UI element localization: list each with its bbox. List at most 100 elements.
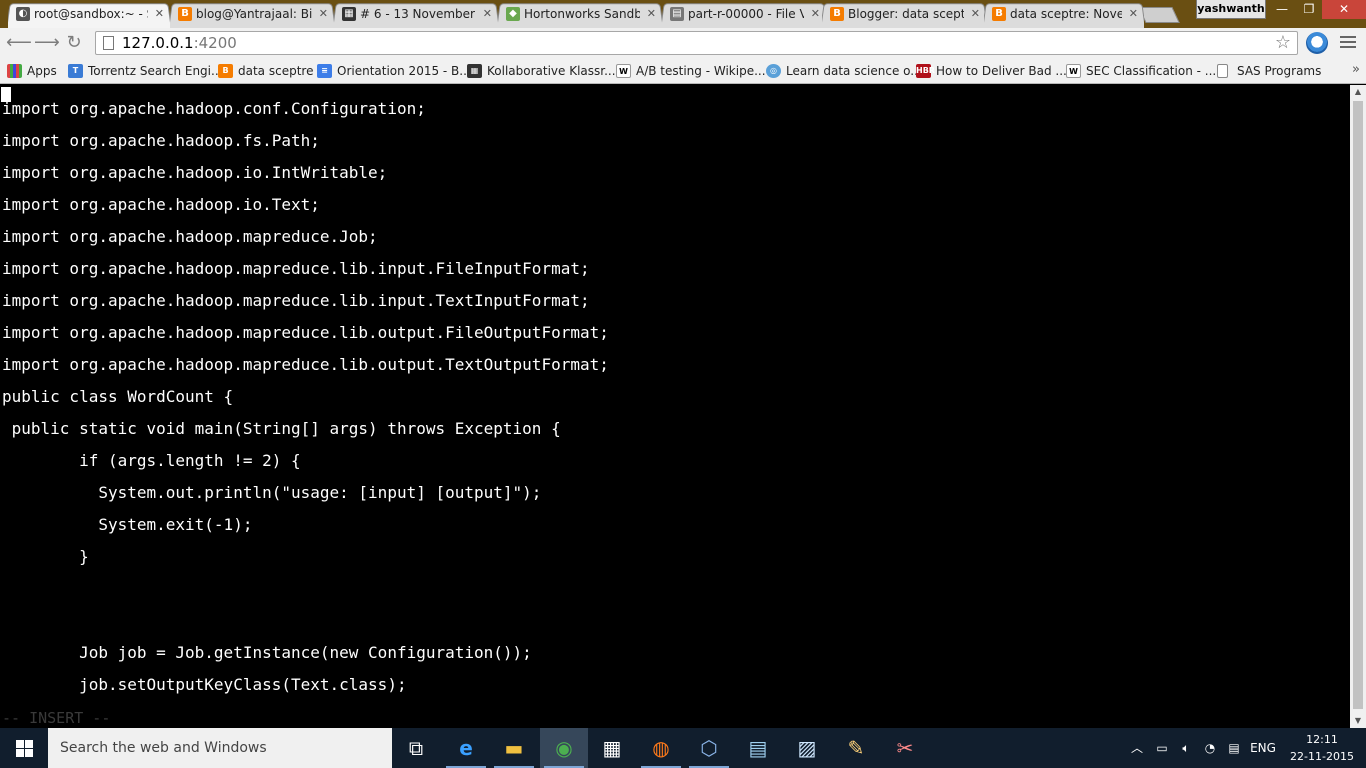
- blogger-icon: B: [830, 7, 844, 21]
- profile-badge[interactable]: yashwanth: [1196, 0, 1266, 19]
- app-icon-image[interactable]: ▨: [783, 728, 831, 768]
- code-line: import org.apache.hadoop.mapreduce.lib.o…: [2, 323, 609, 342]
- battery-icon[interactable]: ▭: [1152, 728, 1172, 768]
- code-line: import org.apache.hadoop.io.IntWritable;: [2, 163, 388, 182]
- store-icon[interactable]: ▦: [588, 728, 636, 768]
- bookmark-sec-classification[interactable]: W SEC Classification - ...: [1066, 62, 1216, 80]
- apps-grid-icon: [7, 64, 22, 78]
- close-icon[interactable]: ✕: [811, 3, 820, 25]
- wikipedia-icon: W: [1066, 64, 1081, 78]
- menu-icon[interactable]: [1340, 36, 1356, 50]
- tab-blog-yantrajaal[interactable]: B blog@Yantrajaal: Big ✕: [170, 3, 334, 28]
- torrentz-icon: T: [68, 64, 83, 78]
- tab-november[interactable]: ▦ # 6 - 13 November 2 ✕: [334, 3, 498, 28]
- language-indicator[interactable]: ENG: [1248, 728, 1278, 768]
- bookmark-orientation[interactable]: ≡ Orientation 2015 - B...: [317, 62, 471, 80]
- tab-title: Hortonworks Sandbo: [524, 7, 640, 21]
- bookmarks-bar: Apps T Torrentz Search Engi... B data sc…: [0, 58, 1366, 84]
- clock-date: 22-11-2015: [1290, 750, 1354, 763]
- volume-icon[interactable]: 🔈︎: [1176, 728, 1196, 768]
- code-line: public static void main(String[] args) t…: [2, 419, 561, 438]
- reload-button[interactable]: ↻: [63, 32, 85, 54]
- browser-toolbar: ⟵ ⟶ ↻ 127.0.0.1:4200 ☆: [0, 28, 1366, 58]
- system-clock[interactable]: 12:11 22-11-2015: [1286, 731, 1358, 765]
- scroll-thumb[interactable]: [1353, 101, 1363, 709]
- chevron-right-icon[interactable]: »: [1352, 62, 1360, 77]
- bookmark-apps[interactable]: Apps: [7, 62, 57, 80]
- restore-button[interactable]: ❐: [1296, 0, 1322, 19]
- close-icon[interactable]: ✕: [971, 3, 980, 25]
- bookmark-ab-testing[interactable]: W A/B testing - Wikipe...: [616, 62, 766, 80]
- scroll-up-icon[interactable]: ▲: [1350, 85, 1366, 99]
- start-button[interactable]: [0, 728, 48, 768]
- code-line: Job job = Job.getInstance(new Configurat…: [2, 643, 532, 662]
- clock-time: 12:11: [1306, 733, 1338, 746]
- page-icon: [1217, 64, 1228, 78]
- close-icon[interactable]: ✕: [319, 3, 328, 25]
- minimize-button[interactable]: —: [1268, 0, 1296, 19]
- bookmark-torrentz[interactable]: T Torrentz Search Engi...: [68, 62, 222, 80]
- scroll-down-icon[interactable]: ▼: [1350, 714, 1366, 728]
- app-icon-notes[interactable]: ▤: [734, 728, 782, 768]
- close-icon[interactable]: ✕: [647, 3, 656, 25]
- bookmark-label: A/B testing - Wikipe...: [636, 64, 766, 78]
- bookmark-label: SEC Classification - ...: [1086, 64, 1217, 78]
- close-icon[interactable]: ✕: [155, 3, 164, 25]
- tab-title: data sceptre: Noven: [1010, 7, 1122, 21]
- code-line: import org.apache.hadoop.mapreduce.Job;: [2, 227, 378, 246]
- file-explorer-icon[interactable]: ▬: [490, 728, 538, 768]
- code-line: job.setOutputKeyClass(Text.class);: [2, 675, 407, 694]
- globe-icon: ◎: [766, 64, 781, 78]
- vim-mode-indicator: -- INSERT --: [2, 709, 111, 727]
- tab-hortonworks[interactable]: ◆ Hortonworks Sandbo ✕: [498, 3, 662, 28]
- address-url[interactable]: 127.0.0.1:4200: [122, 34, 237, 52]
- snipping-tool-icon[interactable]: ✂: [881, 728, 929, 768]
- bookmark-label: data sceptre: [238, 64, 314, 78]
- taskbar: Search the web and Windows ⧉ e ▬ ◉ ▦ ◍ ⬡…: [0, 728, 1366, 768]
- tab-terminal[interactable]: ◐ root@sandbox:~ - S ✕: [8, 3, 170, 28]
- tab-title: # 6 - 13 November 2: [360, 7, 476, 21]
- terminal-screen[interactable]: import org.apache.hadoop.conf.Configurat…: [0, 85, 1350, 728]
- tab-title: root@sandbox:~ - S: [34, 7, 148, 21]
- tab-strip: ◐ root@sandbox:~ - S ✕ B blog@Yantrajaal…: [0, 0, 1366, 28]
- edge-icon[interactable]: e: [442, 728, 490, 768]
- bookmark-kollaborative[interactable]: ▦ Kollaborative Klassr...: [467, 62, 616, 80]
- bookmark-learn-data-science[interactable]: ◎ Learn data science o...: [766, 62, 922, 80]
- code-line: import org.apache.hadoop.mapreduce.lib.o…: [2, 355, 609, 374]
- bookmark-star-icon[interactable]: ☆: [1275, 32, 1291, 54]
- terminal-scrollbar[interactable]: ▲ ▼: [1350, 85, 1366, 728]
- film-icon: ▦: [467, 64, 482, 78]
- close-icon[interactable]: ✕: [1129, 3, 1138, 25]
- notifications-icon[interactable]: ▤: [1224, 728, 1244, 768]
- taskbar-search[interactable]: Search the web and Windows: [48, 728, 392, 768]
- bookmark-label: Kollaborative Klassr...: [487, 64, 616, 78]
- tab-file-viewer[interactable]: ▤ part-r-00000 - File V ✕: [662, 3, 826, 28]
- extension-icon[interactable]: [1306, 32, 1328, 54]
- url-port: :4200: [193, 34, 237, 52]
- code-line: import org.apache.hadoop.mapreduce.lib.i…: [2, 259, 590, 278]
- task-view-icon[interactable]: ⧉: [392, 728, 440, 768]
- close-icon[interactable]: ✕: [483, 3, 492, 25]
- new-tab-button[interactable]: [1138, 7, 1180, 23]
- wifi-icon[interactable]: ◔: [1200, 728, 1220, 768]
- tab-blogger[interactable]: B Blogger: data sceptr ✕: [822, 3, 986, 28]
- forward-button[interactable]: ⟶: [34, 32, 60, 54]
- chevron-up-icon[interactable]: ︿: [1128, 728, 1146, 768]
- tab-data-sceptre[interactable]: B data sceptre: Noven ✕: [984, 3, 1144, 28]
- blogger-icon: B: [178, 7, 192, 21]
- chrome-icon[interactable]: ◉: [540, 728, 588, 768]
- close-window-button[interactable]: ✕: [1322, 0, 1366, 19]
- hortonworks-icon: ◆: [506, 7, 520, 21]
- windows-logo-icon: [16, 740, 33, 757]
- virtualbox-icon[interactable]: ⬡: [685, 728, 733, 768]
- bookmark-data-sceptre[interactable]: B data sceptre: [218, 62, 313, 80]
- code-line: System.out.println("usage: [input] [outp…: [2, 483, 542, 502]
- bookmark-hbr[interactable]: HBR How to Deliver Bad ...: [916, 62, 1067, 80]
- firefox-icon[interactable]: ◍: [637, 728, 685, 768]
- back-button[interactable]: ⟵: [6, 32, 32, 54]
- code-line: import org.apache.hadoop.conf.Configurat…: [2, 99, 426, 118]
- bookmark-sas-programs[interactable]: SAS Programs: [1217, 62, 1321, 80]
- tab-title: Blogger: data sceptr: [848, 7, 964, 21]
- address-bar[interactable]: 127.0.0.1:4200 ☆: [95, 31, 1298, 55]
- paint-icon[interactable]: ✎: [832, 728, 880, 768]
